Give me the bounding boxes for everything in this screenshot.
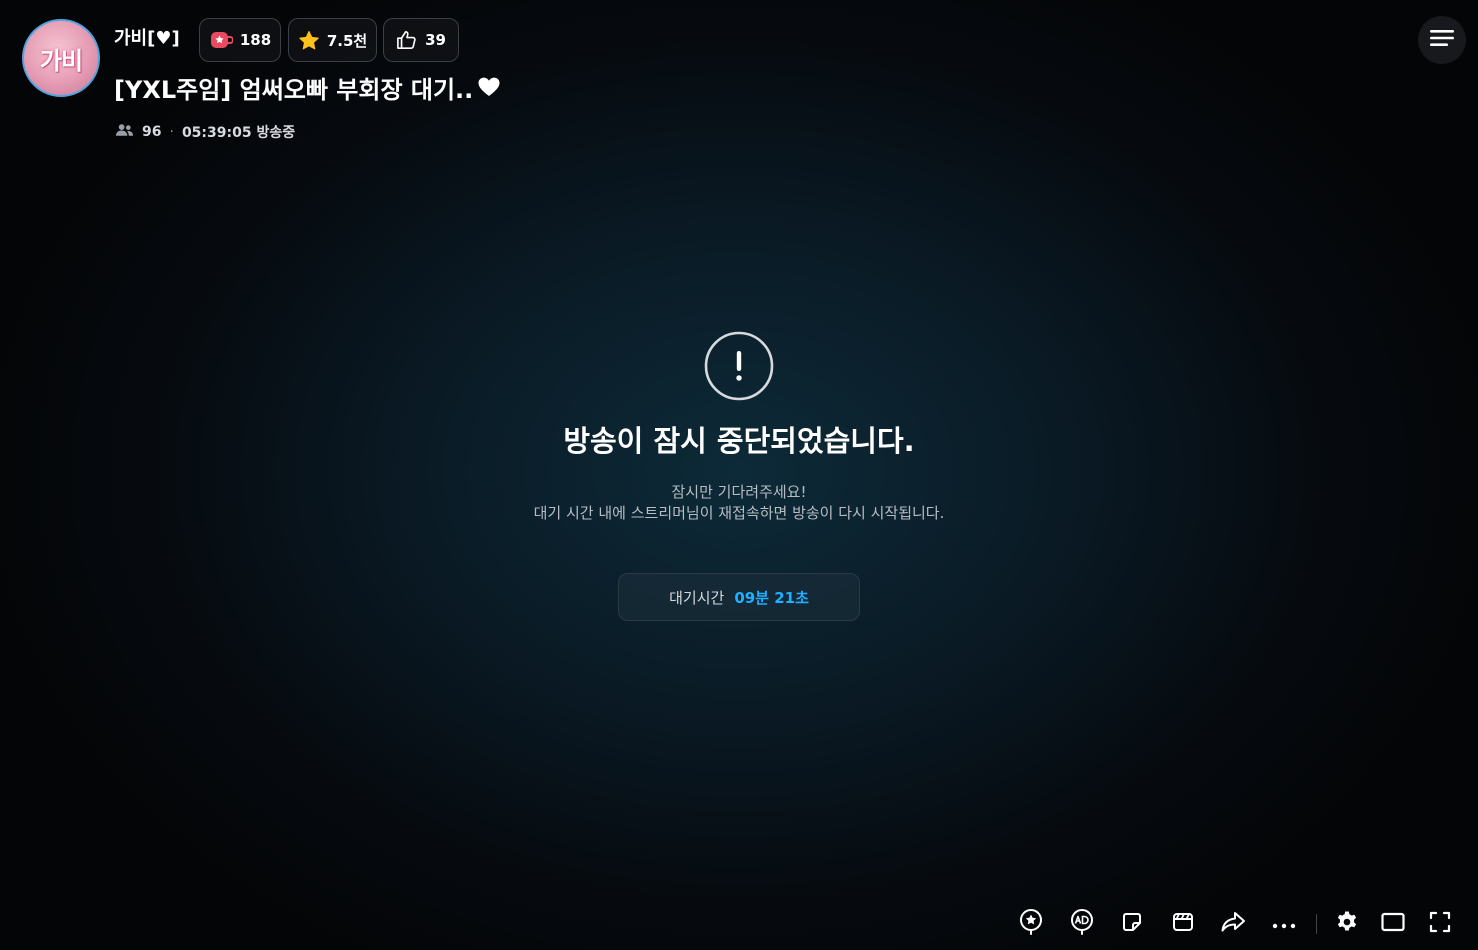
like-button[interactable]: 39 [383,18,459,62]
exclamation-circle-icon [704,331,774,401]
stream-meta: 96 · 05:39:05 방송중 [115,122,295,142]
sticker-button[interactable] [1116,908,1148,940]
stream-title: [YXL주임] 엄써오빠 부회장 대기.. [114,74,501,106]
ad-balloon-icon [1069,908,1095,940]
thumbs-up-icon [396,30,418,50]
like-count: 39 [425,31,446,49]
fan-badge-icon [209,30,233,50]
theater-mode-icon [1381,912,1405,936]
more-button[interactable] [1268,908,1300,940]
settings-icon [1335,910,1359,938]
share-icon [1220,911,1246,937]
toolbar-divider [1316,914,1317,934]
share-button[interactable] [1217,908,1249,940]
wait-time-value: 09분 21초 [734,588,809,607]
meta-separator: · [169,124,174,140]
streamer-name[interactable]: 가비[♥] [114,28,180,50]
star-count-button[interactable]: 7.5천 [288,18,377,62]
heart-icon [477,74,501,106]
theater-mode-button[interactable] [1377,908,1409,940]
stream-player: 가비 가비[♥] 188 7.5천 39 [YXL주임] 엄써오빠 부회장 대기… [0,0,1478,950]
fan-count-button[interactable]: 188 [199,18,281,62]
viewer-count: 96 [142,124,162,140]
more-icon [1271,915,1297,934]
star-balloon-button[interactable] [1015,908,1047,940]
wait-time-box: 대기시간 09분 21초 [618,573,860,621]
fan-count: 188 [239,31,272,49]
avatar-text: 가비 [39,46,83,75]
star-balloon-icon [1018,908,1044,940]
broadcast-elapsed: 05:39:05 방송중 [181,125,296,141]
stream-title-text: [YXL주임] 엄써오빠 부회장 대기.. [114,76,474,104]
fullscreen-icon [1429,911,1451,937]
pause-message-line-2: 대기 시간 내에 스트리머님이 재접속하면 방송이 다시 시작됩니다. [533,504,945,522]
sticker-icon [1120,910,1144,938]
streamer-avatar[interactable]: 가비 [22,19,100,97]
pause-headline: 방송이 잠시 중단되었습니다. [563,424,915,458]
fullscreen-button[interactable] [1424,908,1456,940]
settings-button[interactable] [1331,908,1363,940]
wait-time-label: 대기시간 [669,588,725,607]
star-icon [298,30,320,51]
ad-balloon-button[interactable] [1066,908,1098,940]
clip-button[interactable] [1167,908,1199,940]
pause-message-line-1: 잠시만 기다려주세요! [671,483,807,501]
hamburger-menu-icon [1429,28,1455,52]
menu-button[interactable] [1418,16,1466,64]
star-count: 7.5천 [326,31,368,50]
viewers-icon [115,123,134,141]
clip-icon [1171,910,1195,938]
